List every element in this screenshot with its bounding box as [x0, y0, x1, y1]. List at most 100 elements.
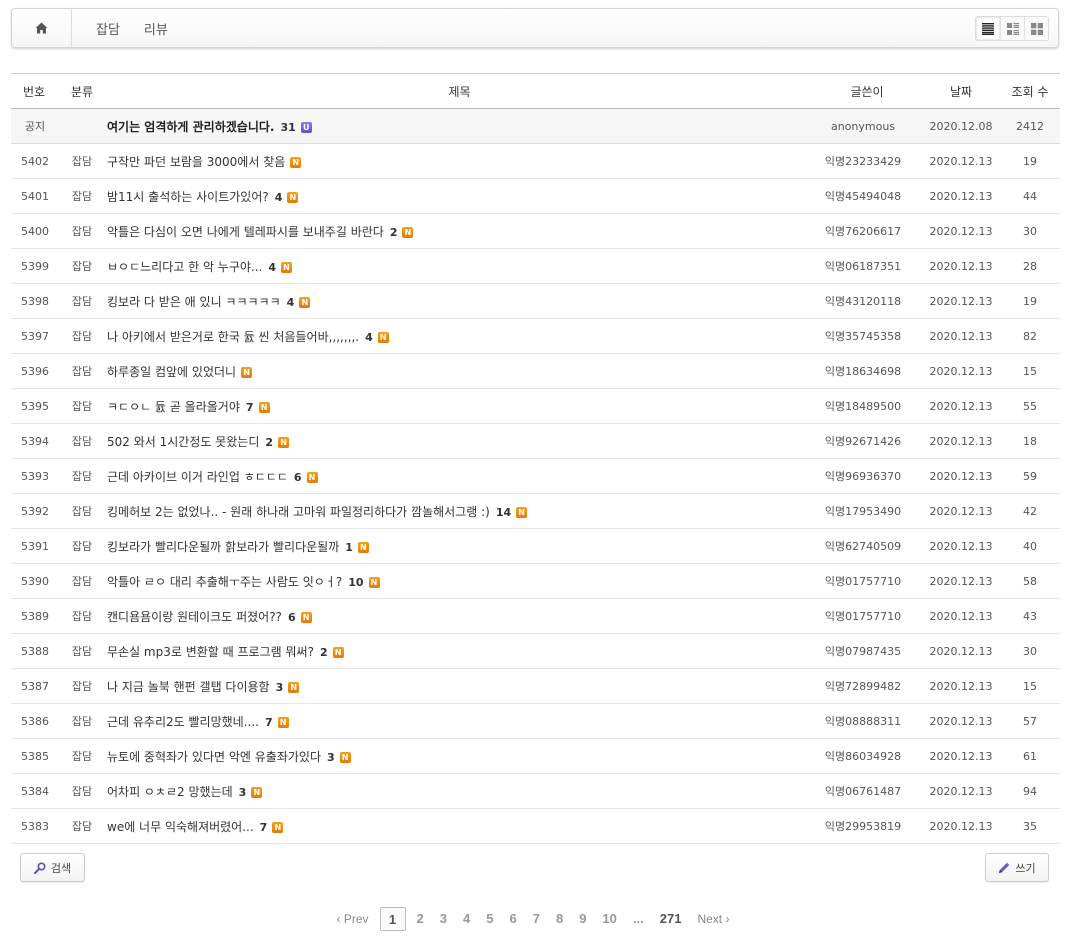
- category-link-review[interactable]: 리뷰: [132, 19, 180, 38]
- post-title-link[interactable]: 502 와서 1시간정도 못왔는디: [107, 435, 259, 449]
- post-row[interactable]: 5397 잡담 나 아키에서 받은거로 한국 듌 씬 처음들어바,,,,,,,.…: [11, 318, 1060, 354]
- post-row[interactable]: 5402 잡담 구작만 파던 보람을 3000에서 찾음 N 익명23233429…: [11, 143, 1060, 179]
- page-link[interactable]: 2: [409, 907, 432, 931]
- post-author[interactable]: 익명92671426: [812, 423, 922, 459]
- post-title-link[interactable]: 무손실 mp3로 변환할 때 프로그램 뭐써?: [107, 645, 314, 659]
- comment-count[interactable]: 2: [265, 436, 273, 449]
- comment-count[interactable]: 7: [265, 716, 273, 729]
- comment-count[interactable]: 3: [276, 681, 284, 694]
- post-title-link[interactable]: 악틀아 ㄹㅇ 대리 추출해ㅜ주는 사람도 잇ㅇㅓ?: [107, 575, 342, 589]
- comment-count[interactable]: 2: [390, 226, 398, 239]
- post-author[interactable]: 익명06187351: [812, 248, 922, 284]
- notice-title-link[interactable]: 여기는 엄격하게 관리하겠습니다.: [107, 120, 274, 134]
- comment-count[interactable]: 14: [496, 506, 511, 519]
- write-button[interactable]: 쓰기: [985, 853, 1049, 882]
- comment-count[interactable]: 4: [287, 296, 295, 309]
- post-row[interactable]: 5389 잡담 캔디욤욤이랑 원테이크도 퍼졌어?? 6 N 익명01757710 …: [11, 598, 1060, 634]
- page-link[interactable]: 4: [455, 907, 478, 931]
- post-row[interactable]: 5392 잡담 킹메허보 2는 없었나.. - 원래 하나래 고마워 파일정리하…: [11, 493, 1060, 529]
- post-author[interactable]: 익명62740509: [812, 528, 922, 564]
- last-page-link[interactable]: 271: [652, 907, 690, 931]
- post-author[interactable]: 익명01757710: [812, 563, 922, 599]
- post-title-link[interactable]: 캔디욤욤이랑 원테이크도 퍼졌어??: [107, 610, 282, 624]
- page-link[interactable]: 7: [525, 907, 548, 931]
- comment-count[interactable]: 31: [280, 121, 295, 134]
- page-link[interactable]: 9: [571, 907, 594, 931]
- post-row[interactable]: 5383 잡담 we에 너무 익숙해져버렸어... 7 N 익명29953819 2…: [11, 808, 1060, 844]
- post-row[interactable]: 5394 잡담 502 와서 1시간정도 못왔는디 2 N 익명92671426 2…: [11, 423, 1060, 459]
- page-link[interactable]: 10: [594, 907, 624, 931]
- post-row[interactable]: 5400 잡담 악틀은 다심이 오면 나에게 텔레파시를 보내주길 바란다 2 N …: [11, 213, 1060, 249]
- post-row[interactable]: 5401 잡담 밤11시 출석하는 사이트가있어? 4 N 익명45494048 2…: [11, 178, 1060, 214]
- comment-count[interactable]: 7: [246, 401, 254, 414]
- comment-count[interactable]: 3: [239, 786, 247, 799]
- post-row[interactable]: 5398 잡담 킹보라 다 받은 애 있니 ㅋㅋㅋㅋㅋ 4 N 익명43120118…: [11, 283, 1060, 319]
- post-row[interactable]: 5387 잡담 나 지금 놀북 핸펀 갤탭 다이용함 3 N 익명72899482 …: [11, 668, 1060, 704]
- notice-author[interactable]: anonymous: [812, 108, 922, 144]
- post-title-link[interactable]: 구작만 파던 보람을 3000에서 찾음: [107, 155, 285, 169]
- post-row[interactable]: 5384 잡담 어차피 ㅇㅊㄹ2 망했는데 3 N 익명06761487 2020.…: [11, 773, 1060, 809]
- post-title-link[interactable]: 악틀은 다심이 오면 나에게 텔레파시를 보내주길 바란다: [107, 225, 384, 239]
- post-title-link[interactable]: 하루종일 컴앞에 있었더니: [107, 365, 236, 379]
- post-author[interactable]: 익명35745358: [812, 318, 922, 354]
- post-author[interactable]: 익명76206617: [812, 213, 922, 249]
- page-link[interactable]: 8: [548, 907, 571, 931]
- post-author[interactable]: 익명08888311: [812, 703, 922, 739]
- comment-count[interactable]: 4: [275, 191, 283, 204]
- post-row[interactable]: 5390 잡담 악틀아 ㄹㅇ 대리 추출해ㅜ주는 사람도 잇ㅇㅓ? 10 N 익명0…: [11, 563, 1060, 599]
- post-author[interactable]: 익명72899482: [812, 668, 922, 704]
- post-row[interactable]: 5386 잡담 근데 유추리2도 빨리망했네.... 7 N 익명08888311 …: [11, 703, 1060, 739]
- post-row[interactable]: 5391 잡담 킹보라가 빨리다운될까 핡보라가 빨리다운될까 1 N 익명6274…: [11, 528, 1060, 564]
- post-row[interactable]: 5395 잡담 ㅋㄷㅇㄴ 듌 곧 올라올거야 7 N 익명18489500 2020…: [11, 388, 1060, 424]
- search-button[interactable]: 검색: [20, 853, 85, 882]
- post-author[interactable]: 익명43120118: [812, 283, 922, 319]
- post-title-link[interactable]: ㅋㄷㅇㄴ 듌 곧 올라올거야: [107, 400, 240, 414]
- post-author[interactable]: 익명06761487: [812, 773, 922, 809]
- next-page-link[interactable]: Next ›: [689, 907, 737, 931]
- post-row[interactable]: 5396 잡담 하루종일 컴앞에 있었더니 N 익명18634698 2020.1…: [11, 353, 1060, 389]
- post-title-link[interactable]: 근데 아카이브 이거 라인업 ㅎㄷㄷㄷ: [107, 470, 288, 484]
- notice-row[interactable]: 공지 여기는 엄격하게 관리하겠습니다. 31 U anonymous 2020.1…: [11, 108, 1060, 144]
- comment-count[interactable]: 1: [345, 541, 353, 554]
- post-title-link[interactable]: 나 지금 놀북 핸펀 갤탭 다이용함: [107, 680, 270, 694]
- post-author[interactable]: 익명01757710: [812, 598, 922, 634]
- webzine-view-button[interactable]: [1000, 17, 1024, 40]
- post-author[interactable]: 익명23233429: [812, 143, 922, 179]
- comment-count[interactable]: 3: [327, 751, 335, 764]
- prev-page-link[interactable]: ‹ Prev: [329, 907, 377, 931]
- page-link[interactable]: 6: [501, 907, 524, 931]
- post-author[interactable]: 익명18634698: [812, 353, 922, 389]
- post-title-link[interactable]: ㅂㅇㄷ느리다고 한 악 누구야...: [107, 260, 262, 274]
- post-row[interactable]: 5388 잡담 무손실 mp3로 변환할 때 프로그램 뭐써? 2 N 익명0798…: [11, 633, 1060, 669]
- comment-count[interactable]: 4: [365, 331, 373, 344]
- post-title-link[interactable]: 킹메허보 2는 없었나.. - 원래 하나래 고마워 파일정리하다가 깜놀해서그…: [107, 505, 490, 519]
- post-title-link[interactable]: 킹보라 다 받은 애 있니 ㅋㅋㅋㅋㅋ: [107, 295, 281, 309]
- post-row[interactable]: 5385 잡담 뉴토에 중혁좌가 있다면 악엔 유출좌가있다 3 N 익명86034…: [11, 738, 1060, 774]
- post-row[interactable]: 5393 잡담 근데 아카이브 이거 라인업 ㅎㄷㄷㄷ 6 N 익명96936370…: [11, 458, 1060, 494]
- post-author[interactable]: 익명29953819: [812, 808, 922, 844]
- list-view-button[interactable]: [976, 17, 1000, 40]
- post-title-link[interactable]: 킹보라가 빨리다운될까 핡보라가 빨리다운될까: [107, 540, 339, 554]
- page-link[interactable]: 3: [432, 907, 455, 931]
- post-title-link[interactable]: 밤11시 출석하는 사이트가있어?: [107, 190, 269, 204]
- post-author[interactable]: 익명45494048: [812, 178, 922, 214]
- post-author[interactable]: 익명86034928: [812, 738, 922, 774]
- post-title-link[interactable]: we에 너무 익숙해져버렸어...: [107, 820, 254, 834]
- post-title-link[interactable]: 근데 유추리2도 빨리망했네....: [107, 715, 259, 729]
- comment-count[interactable]: 2: [320, 646, 328, 659]
- post-author[interactable]: 익명96936370: [812, 458, 922, 494]
- current-page[interactable]: 1: [379, 907, 406, 931]
- comment-count[interactable]: 10: [348, 576, 363, 589]
- comment-count[interactable]: 6: [288, 611, 296, 624]
- post-author[interactable]: 익명07987435: [812, 633, 922, 669]
- comment-count[interactable]: 7: [260, 821, 268, 834]
- post-title-link[interactable]: 나 아키에서 받은거로 한국 듌 씬 처음들어바,,,,,,,.: [107, 330, 359, 344]
- comment-count[interactable]: 6: [294, 471, 302, 484]
- post-author[interactable]: 익명18489500: [812, 388, 922, 424]
- post-row[interactable]: 5399 잡담 ㅂㅇㄷ느리다고 한 악 누구야... 4 N 익명06187351 …: [11, 248, 1060, 284]
- comment-count[interactable]: 4: [268, 261, 276, 274]
- page-link[interactable]: 5: [478, 907, 501, 931]
- post-title-link[interactable]: 뉴토에 중혁좌가 있다면 악엔 유출좌가있다: [107, 750, 321, 764]
- gallery-view-button[interactable]: [1024, 17, 1048, 40]
- home-button[interactable]: [12, 9, 72, 47]
